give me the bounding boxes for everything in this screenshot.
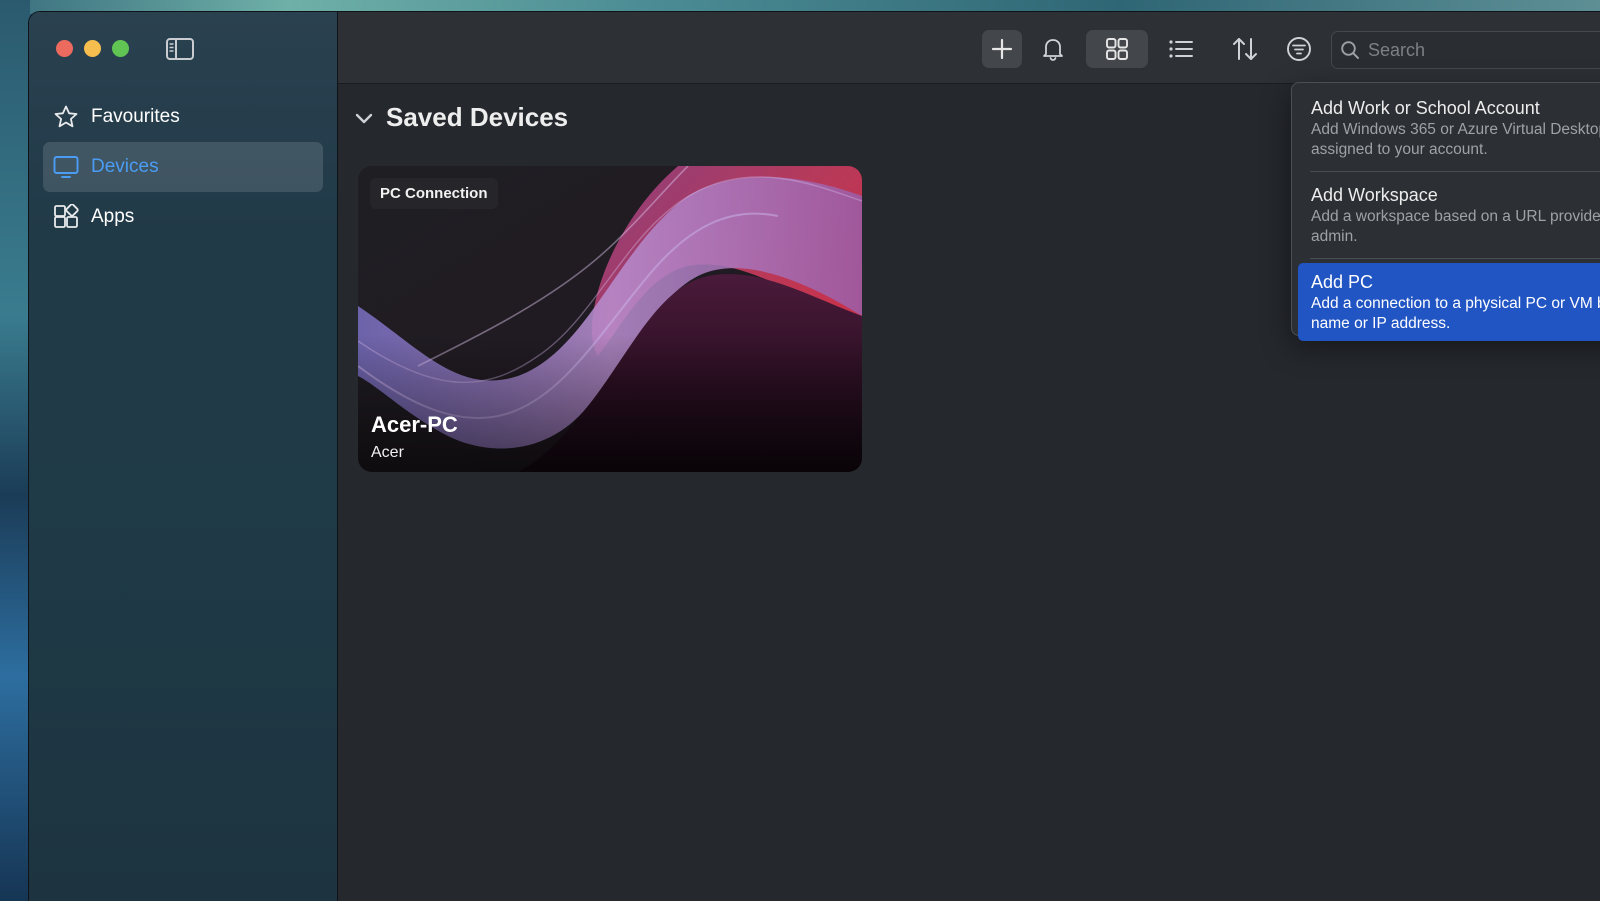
menu-item-add-pc[interactable]: Add PC Add a connection to a physical PC… (1298, 263, 1600, 341)
apps-icon (53, 204, 79, 230)
sort-arrows-icon (1233, 38, 1257, 60)
main-content: Saved Devices (338, 12, 1600, 901)
search-input[interactable] (1368, 39, 1600, 61)
window-maximize-button[interactable] (112, 40, 129, 57)
window-minimize-button[interactable] (84, 40, 101, 57)
menu-item-title: Add Work or School Account (1311, 98, 1540, 118)
list-icon (1169, 40, 1193, 58)
menu-item-description: Add Windows 365 or Azure Virtual Desktop… (1311, 121, 1600, 158)
section-header-saved-devices[interactable]: Saved Devices (354, 102, 568, 133)
star-icon (53, 104, 79, 130)
menu-item-add-work-or-school-account[interactable]: Add Work or School Account Add Windows 3… (1298, 89, 1600, 167)
section-title: Saved Devices (386, 102, 569, 132)
filter-icon (1287, 37, 1311, 61)
sidebar-nav: Favourites Devices Apps (43, 92, 323, 242)
monitor-icon (53, 154, 79, 180)
sidebar-item-label: Apps (91, 206, 135, 227)
sidebar-toggle-icon[interactable] (165, 37, 195, 61)
toolbar (338, 12, 1600, 84)
sort-button[interactable] (1228, 30, 1262, 68)
chevron-down-icon (354, 108, 374, 128)
app-window: Favourites Devices Apps Search Saved Dev… (28, 11, 1600, 901)
menu-item-title: Add Workspace (1311, 185, 1438, 205)
grid-icon (1106, 38, 1128, 60)
add-dropdown-menu: Add Work or School Account Add Windows 3… (1291, 82, 1600, 341)
sidebar: Favourites Devices Apps (29, 12, 338, 901)
sidebar-item-favourites[interactable]: Favourites (43, 92, 323, 142)
filter-button[interactable] (1282, 30, 1316, 68)
desktop-wallpaper-left (0, 0, 30, 901)
search-box (1331, 31, 1600, 69)
device-subtitle: Acer (371, 444, 404, 461)
plus-icon (991, 38, 1013, 60)
sidebar-item-apps[interactable]: Apps (43, 192, 323, 242)
menu-item-add-workspace[interactable]: Add Workspace Add a workspace based on a… (1298, 176, 1600, 254)
sidebar-item-label: Favourites (91, 106, 180, 127)
sidebar-item-devices[interactable]: Devices (43, 142, 323, 192)
menu-item-title: Add PC (1311, 272, 1374, 292)
device-card-acer-pc[interactable]: PC Connection Acer-PC Acer (358, 166, 862, 472)
grid-view-button[interactable] (1086, 30, 1148, 68)
notifications-button[interactable] (1036, 30, 1070, 68)
sidebar-item-label: Devices (91, 156, 159, 177)
add-button[interactable] (982, 30, 1022, 68)
search-icon (1341, 41, 1359, 59)
connection-type-badge: PC Connection (370, 178, 498, 209)
device-name: Acer-PC (371, 412, 458, 437)
menu-divider (1310, 171, 1600, 172)
list-view-button[interactable] (1164, 30, 1198, 68)
menu-item-description: Add a connection to a physical PC or VM … (1311, 295, 1600, 332)
menu-item-description: Add a workspace based on a URL provided … (1311, 208, 1600, 245)
bell-icon (1043, 39, 1063, 61)
window-close-button[interactable] (56, 40, 73, 57)
menu-divider (1310, 258, 1600, 259)
